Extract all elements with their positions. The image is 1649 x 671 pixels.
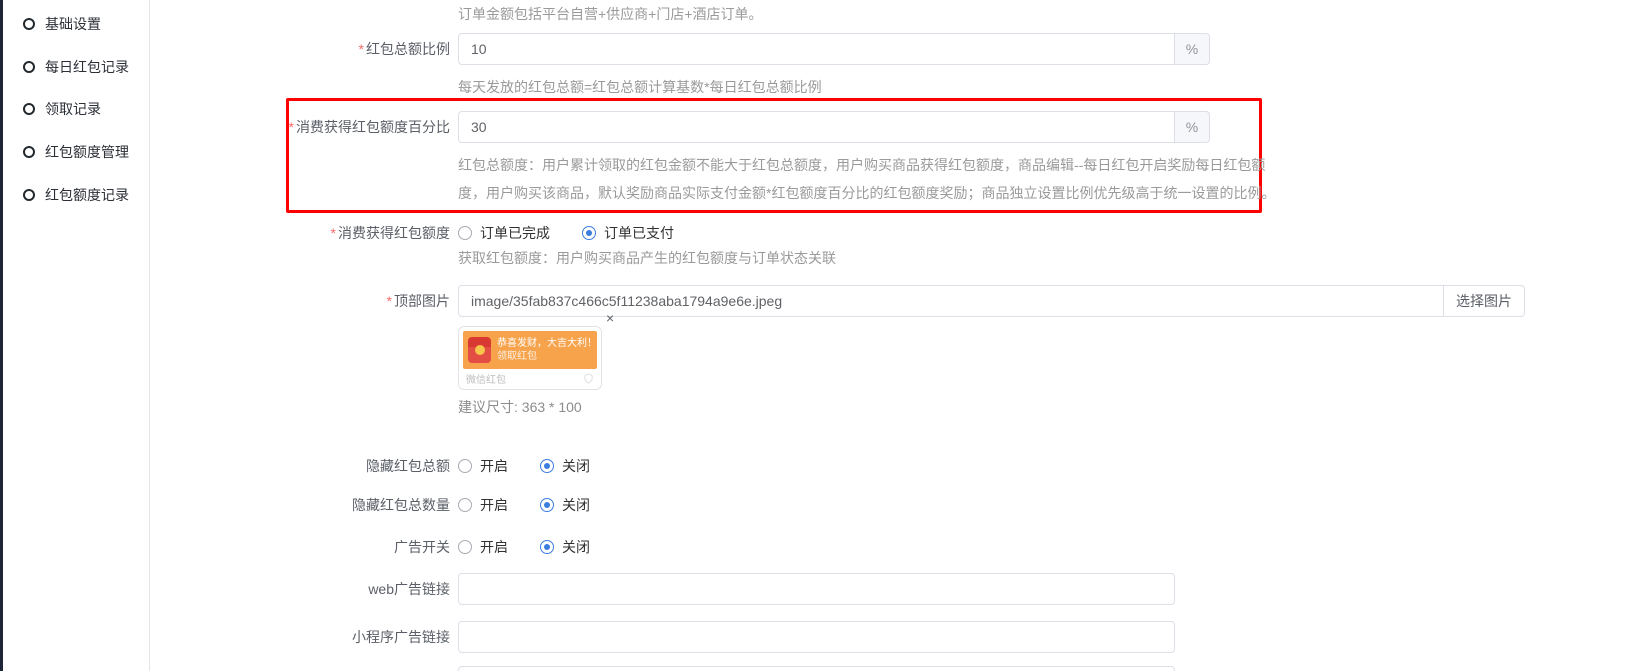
- radio-order-completed[interactable]: 订单已完成: [458, 223, 550, 243]
- required-mark: *: [331, 225, 336, 241]
- radio-hide-count-off[interactable]: 关闭: [540, 495, 590, 515]
- total-ratio-input-group: %: [458, 33, 1210, 65]
- radio-label: 开启: [480, 495, 508, 515]
- radio-selected-icon: [540, 498, 554, 512]
- size-suggestion: 建议尺寸: 363 * 100: [458, 397, 582, 417]
- radio-selected-icon: [540, 540, 554, 554]
- banner-subtitle: 领取红包: [497, 350, 597, 363]
- wechat-redpacket-label: 微信红包: [466, 371, 506, 386]
- circle-bullet-icon: [23, 18, 35, 30]
- radio-order-paid[interactable]: 订单已支付: [582, 223, 674, 243]
- radio-unselected-icon: [458, 459, 472, 473]
- next-field-input[interactable]: [458, 666, 1175, 671]
- consume-percent-input-group: %: [458, 111, 1210, 143]
- radio-label: 关闭: [562, 537, 590, 557]
- top-image-preview: 恭喜发财，大吉大利！ 领取红包 微信红包: [458, 326, 602, 390]
- sidebar-item-label: 红包额度记录: [45, 185, 129, 205]
- radio-unselected-icon: [458, 540, 472, 554]
- circle-bullet-icon: [23, 103, 35, 115]
- sidebar-item-label: 每日红包记录: [45, 57, 129, 77]
- sidebar-item-claim-records[interactable]: 领取记录: [23, 98, 101, 120]
- red-envelope-icon: [468, 337, 491, 363]
- total-ratio-hint: 每天发放的红包总额=红包总额计算基数*每日红包总额比例: [458, 77, 822, 97]
- total-ratio-label: *红包总额比例: [160, 33, 450, 65]
- mini-ad-link-label: 小程序广告链接: [160, 621, 450, 653]
- required-mark: *: [359, 41, 364, 57]
- circle-bullet-icon: [23, 189, 35, 201]
- sidebar-item-quota-records[interactable]: 红包额度记录: [23, 184, 129, 206]
- radio-hide-count-on[interactable]: 开启: [458, 495, 508, 515]
- remove-image-icon[interactable]: ×: [606, 311, 614, 325]
- badge-icon: [583, 373, 594, 384]
- redpacket-settings-page: 基础设置 每日红包记录 领取记录 红包额度管理 红包额度记录 订单金额包括平台自…: [0, 0, 1649, 671]
- consume-percent-hint: 红包总额度：用户累计领取的红包金额不能大于红包总额度，用户购买商品获得红包额度，…: [458, 151, 1278, 207]
- required-mark: *: [289, 119, 294, 135]
- radio-selected-icon: [540, 459, 554, 473]
- sidebar-item-quota-management[interactable]: 红包额度管理: [23, 141, 129, 163]
- circle-bullet-icon: [23, 146, 35, 158]
- radio-label: 订单已完成: [480, 223, 550, 243]
- radio-label: 开启: [480, 537, 508, 557]
- order-amount-hint: 订单金额包括平台自营+供应商+门店+酒店订单。: [458, 4, 763, 24]
- consume-status-radio-group: 订单已完成 订单已支付: [458, 222, 706, 244]
- preview-footer: 微信红包: [463, 369, 597, 387]
- sidebar-item-label: 红包额度管理: [45, 142, 129, 162]
- ad-switch-radio-group: 开启 关闭: [458, 536, 622, 558]
- redpacket-banner-preview: 恭喜发财，大吉大利！ 领取红包: [463, 331, 597, 369]
- consume-status-label: *消费获得红包额度: [160, 222, 450, 244]
- percent-suffix: %: [1175, 111, 1210, 143]
- top-image-label: *顶部图片: [160, 285, 450, 317]
- consume-status-hint: 获取红包额度：用户购买商品产生的红包额度与订单状态关联: [458, 248, 836, 268]
- total-ratio-input[interactable]: [458, 33, 1175, 65]
- radio-label: 关闭: [562, 456, 590, 476]
- hide-total-label: 隐藏红包总额: [160, 455, 450, 477]
- web-ad-link-label: web广告链接: [160, 573, 450, 605]
- radio-unselected-icon: [458, 498, 472, 512]
- radio-selected-icon: [582, 226, 596, 240]
- circle-bullet-icon: [23, 61, 35, 73]
- sidebar-item-label: 基础设置: [45, 14, 101, 34]
- ad-switch-label: 广告开关: [160, 536, 450, 558]
- top-image-input-group: 选择图片: [458, 285, 1525, 317]
- radio-ad-on[interactable]: 开启: [458, 537, 508, 557]
- consume-percent-input[interactable]: [458, 111, 1175, 143]
- choose-image-button[interactable]: 选择图片: [1444, 285, 1525, 317]
- sidebar-item-label: 领取记录: [45, 99, 101, 119]
- radio-label: 订单已支付: [604, 223, 674, 243]
- settings-sidebar: 基础设置 每日红包记录 领取记录 红包额度管理 红包额度记录: [3, 0, 150, 671]
- banner-text: 恭喜发财，大吉大利！ 领取红包: [497, 337, 597, 363]
- consume-percent-label: *消费获得红包额度百分比: [160, 111, 450, 143]
- hide-total-radio-group: 开启 关闭: [458, 455, 622, 477]
- percent-suffix: %: [1175, 33, 1210, 65]
- radio-hide-total-on[interactable]: 开启: [458, 456, 508, 476]
- sidebar-item-basic-settings[interactable]: 基础设置: [23, 13, 101, 35]
- hide-count-label: 隐藏红包总数量: [160, 494, 450, 516]
- banner-title: 恭喜发财，大吉大利！: [497, 337, 597, 350]
- radio-unselected-icon: [458, 226, 472, 240]
- web-ad-link-input[interactable]: [458, 573, 1175, 605]
- radio-hide-total-off[interactable]: 关闭: [540, 456, 590, 476]
- radio-label: 关闭: [562, 495, 590, 515]
- mini-ad-link-input[interactable]: [458, 621, 1175, 653]
- hide-count-radio-group: 开启 关闭: [458, 494, 622, 516]
- required-mark: *: [387, 293, 392, 309]
- radio-label: 开启: [480, 456, 508, 476]
- sidebar-item-daily-redpacket-records[interactable]: 每日红包记录: [23, 56, 129, 78]
- radio-ad-off[interactable]: 关闭: [540, 537, 590, 557]
